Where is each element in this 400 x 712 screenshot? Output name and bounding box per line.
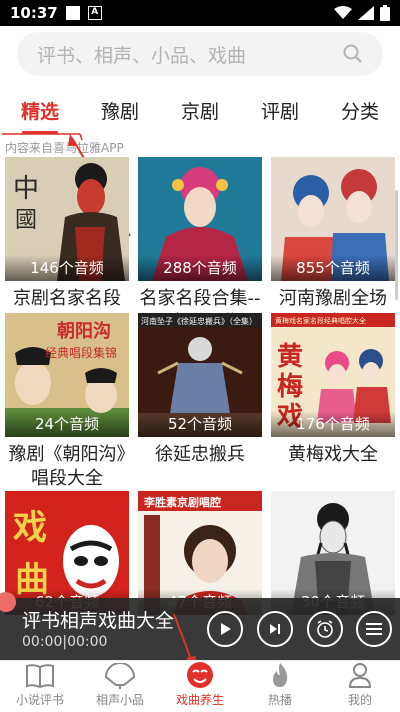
audio-count: 24个音频	[5, 411, 129, 437]
menu-icon	[366, 623, 382, 635]
user-icon	[348, 663, 372, 688]
audio-count: 52个音频	[138, 411, 262, 437]
svg-text:黄: 黄	[277, 342, 303, 372]
album-title: 徐延忠搬兵	[155, 444, 245, 465]
svg-text:中: 中	[13, 174, 39, 204]
audio-count: 146个音频	[5, 255, 129, 281]
battery-icon	[380, 5, 390, 21]
signal-icon	[358, 6, 374, 20]
notification-icon	[65, 6, 80, 20]
album-card[interactable]: 戏 曲 62个音频	[5, 491, 129, 615]
album-card[interactable]: 288个音频 名家名段合集---豫剧、曲	[138, 157, 262, 335]
audio-count: 855个音频	[271, 255, 395, 281]
scrollbar[interactable]	[395, 190, 398, 300]
svg-text:黄梅戏名家名段经典唱腔大全: 黄梅戏名家名段经典唱腔大全	[275, 316, 366, 325]
album-card[interactable]: 30个音频	[271, 491, 395, 615]
search-icon[interactable]	[343, 44, 363, 64]
album-cover: 中 國 146个音频	[5, 157, 129, 281]
album-cover: 朝阳沟 经典唱段集锦 24个音频	[5, 313, 129, 437]
timer-button[interactable]	[307, 611, 343, 647]
svg-text:经典唱段集锦: 经典唱段集锦	[45, 345, 117, 360]
tab-jingju[interactable]: 京剧	[160, 97, 240, 124]
progress-dot[interactable]	[0, 592, 16, 612]
album-title: 黄梅戏大全	[288, 444, 378, 465]
nav-hot[interactable]: 热播	[240, 661, 320, 712]
album-cover: 855个音频	[271, 157, 395, 281]
play-icon	[221, 623, 231, 635]
album-cover: 河南坠子《徐延忠搬兵》（全集） 52个音频	[138, 313, 262, 437]
wifi-icon	[334, 6, 352, 19]
book-icon	[26, 664, 54, 689]
now-playing-time: 00:00|00:00	[22, 634, 108, 650]
play-button[interactable]	[207, 611, 243, 647]
album-cover: 黄梅戏名家名段经典唱腔大全 黄 梅 戏 176个音频	[271, 313, 395, 437]
nav-mine[interactable]: 我的	[320, 661, 400, 712]
fan-icon	[104, 663, 136, 689]
album-card[interactable]: 黄梅戏名家名段经典唱腔大全 黄 梅 戏 176个音频 黄梅戏大全	[271, 313, 395, 491]
album-cover: 戏 曲 62个音频	[5, 491, 129, 615]
album-card[interactable]: 855个音频 河南豫剧全场戏	[271, 157, 395, 335]
audio-count: 176个音频	[271, 411, 395, 437]
album-card[interactable]: 李胜素京剧唱腔 47个音频	[138, 491, 262, 615]
source-note: 内容来自喜马拉雅APP	[5, 141, 124, 155]
alarm-clock-icon	[317, 620, 333, 638]
album-cover: 李胜素京剧唱腔 47个音频	[138, 491, 262, 615]
search-placeholder: 评书、相声、小品、戏曲	[37, 44, 247, 67]
opera-mask-icon	[187, 662, 213, 688]
tab-featured[interactable]: 精选	[0, 97, 80, 124]
status-time: 10:37	[10, 4, 58, 22]
next-button[interactable]	[257, 611, 293, 647]
playlist-button[interactable]	[356, 611, 392, 647]
bottom-nav: 小说评书 相声小品 戏曲养生 热播 我的	[0, 660, 400, 712]
tab-yuju[interactable]: 豫剧	[80, 97, 160, 124]
nav-label: 相声小品	[95, 693, 144, 707]
audio-count: 288个音频	[138, 255, 262, 281]
album-card[interactable]: 河南坠子《徐延忠搬兵》（全集） 52个音频 徐延忠搬兵	[138, 313, 262, 491]
album-card[interactable]: 中 國 146个音频 京剧名家名段	[5, 157, 129, 335]
nav-opera-wellness[interactable]: 戏曲养生	[160, 661, 240, 712]
tab-category[interactable]: 分类	[320, 97, 400, 124]
app-notification-icon: A	[87, 6, 102, 20]
nav-label: 我的	[347, 693, 372, 707]
album-cover: 288个音频	[138, 157, 262, 281]
next-icon	[270, 624, 280, 634]
flame-icon	[273, 663, 288, 687]
svg-text:李胜素京剧唱腔: 李胜素京剧唱腔	[143, 495, 221, 509]
category-tabs: 精选 豫剧 京剧 评剧 分类	[0, 84, 400, 136]
status-bar: 10:37 A	[0, 0, 400, 26]
search-bar[interactable]: 评书、相声、小品、戏曲	[17, 32, 383, 76]
now-playing-title: 评书相声戏曲大全	[22, 610, 175, 632]
svg-text:梅: 梅	[277, 371, 303, 402]
nav-label: 小说评书	[15, 693, 64, 707]
svg-text:河南坠子《徐延忠搬兵》（全集）: 河南坠子《徐延忠搬兵》（全集）	[141, 316, 257, 326]
nav-label: 戏曲养生	[175, 693, 224, 707]
svg-text:國: 國	[15, 208, 37, 233]
album-title: 豫剧《朝阳沟》唱段大全	[8, 444, 126, 489]
tab-pingju[interactable]: 评剧	[240, 97, 320, 124]
album-cover: 30个音频	[271, 491, 395, 615]
mini-player[interactable]: 评书相声戏曲大全 00:00|00:00	[0, 592, 400, 660]
nav-novel-storytelling[interactable]: 小说评书	[0, 661, 80, 712]
svg-text:戏: 戏	[13, 508, 47, 548]
nav-crosstalk-sketch[interactable]: 相声小品	[80, 661, 160, 712]
album-card[interactable]: 朝阳沟 经典唱段集锦 24个音频 豫剧《朝阳沟》唱段大全	[5, 313, 129, 491]
svg-text:朝阳沟: 朝阳沟	[57, 320, 111, 342]
nav-label: 热播	[267, 693, 292, 707]
